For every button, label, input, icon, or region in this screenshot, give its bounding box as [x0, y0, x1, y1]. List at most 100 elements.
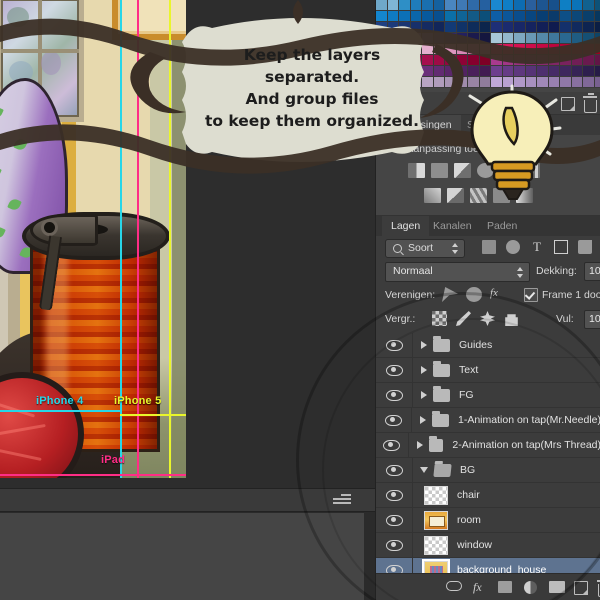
layer-row[interactable]: 1-Animation on tap(Mr.Needle) [376, 408, 600, 433]
swatch-125[interactable] [434, 66, 446, 77]
swatch-101[interactable] [388, 55, 400, 66]
swatches-panel[interactable] [376, 0, 600, 98]
swatch-146[interactable] [445, 77, 457, 88]
swatch-54[interactable] [537, 22, 549, 33]
swatch-135[interactable] [549, 66, 561, 77]
swatch-29[interactable] [480, 11, 492, 22]
swatch-94[interactable] [537, 44, 549, 55]
swatch-64[interactable] [422, 33, 434, 44]
swatch-131[interactable] [503, 66, 515, 77]
swatch-116[interactable] [560, 55, 572, 66]
swatch-8[interactable] [468, 0, 480, 11]
swatch-16[interactable] [560, 0, 572, 11]
swatch-145[interactable] [434, 77, 446, 88]
swatch-36[interactable] [560, 11, 572, 22]
swatch-151[interactable] [503, 77, 515, 88]
transparent-pixels-icon[interactable] [432, 311, 447, 326]
swatch-28[interactable] [468, 11, 480, 22]
swatch-45[interactable] [434, 22, 446, 33]
chevron-down-icon[interactable] [420, 467, 428, 473]
swatch-23[interactable] [411, 11, 423, 22]
swatch-150[interactable] [491, 77, 503, 88]
swatch-157[interactable] [572, 77, 584, 88]
swatch-122[interactable] [399, 66, 411, 77]
color-balance-icon[interactable] [424, 188, 441, 203]
swatch-134[interactable] [537, 66, 549, 77]
tab-aanpassingen[interactable]: Aanpassingen [376, 115, 461, 135]
exposure-icon[interactable] [477, 163, 494, 178]
swatch-72[interactable] [514, 33, 526, 44]
delete-swatch-button[interactable] [584, 100, 597, 113]
swatch-102[interactable] [399, 55, 411, 66]
layer-thumbnail[interactable] [424, 511, 448, 530]
swatch-25[interactable] [434, 11, 446, 22]
swatch-77[interactable] [572, 33, 584, 44]
swatch-26[interactable] [445, 11, 457, 22]
swatch-128[interactable] [468, 66, 480, 77]
shape-filter-icon[interactable] [554, 240, 568, 254]
swatch-61[interactable] [388, 33, 400, 44]
layer-row[interactable]: FG [376, 383, 600, 408]
swatch-42[interactable] [399, 22, 411, 33]
swatch-14[interactable] [537, 0, 549, 11]
swatch-11[interactable] [503, 0, 515, 11]
frame-propagate-checkbox[interactable] [524, 288, 538, 302]
layer-visibility-toggle[interactable] [376, 458, 413, 482]
swatch-82[interactable] [399, 44, 411, 55]
swatch-0[interactable] [376, 0, 388, 11]
chevron-right-icon[interactable] [417, 441, 423, 449]
layer-row[interactable]: Text [376, 358, 600, 383]
swatch-98[interactable] [583, 44, 595, 55]
chevron-right-icon[interactable] [421, 366, 427, 374]
chevron-right-icon[interactable] [421, 341, 427, 349]
swatch-139[interactable] [595, 66, 600, 77]
swatch-152[interactable] [514, 77, 526, 88]
chevron-right-icon[interactable] [420, 416, 426, 424]
blend-mode-select[interactable]: Normaal [385, 262, 530, 282]
swatch-19[interactable] [595, 0, 600, 11]
opacity-field[interactable]: 100% [584, 262, 600, 281]
swatch-133[interactable] [526, 66, 538, 77]
swatch-114[interactable] [537, 55, 549, 66]
swatch-59[interactable] [595, 22, 600, 33]
swatch-20[interactable] [376, 11, 388, 22]
swatch-32[interactable] [514, 11, 526, 22]
swatch-97[interactable] [572, 44, 584, 55]
chevron-right-icon[interactable] [421, 391, 427, 399]
swatch-110[interactable] [491, 55, 503, 66]
layer-row[interactable]: chair [376, 483, 600, 508]
swatch-90[interactable] [491, 44, 503, 55]
swatch-119[interactable] [595, 55, 600, 66]
swatch-50[interactable] [491, 22, 503, 33]
swatch-118[interactable] [583, 55, 595, 66]
fx-link-icon[interactable]: fx [490, 287, 506, 302]
swatch-49[interactable] [480, 22, 492, 33]
swatch-7[interactable] [457, 0, 469, 11]
swatch-31[interactable] [503, 11, 515, 22]
swatch-47[interactable] [457, 22, 469, 33]
swatch-80[interactable] [376, 44, 388, 55]
layer-row[interactable]: 2-Animation on tap(Mrs Thread) [376, 433, 600, 458]
swatch-44[interactable] [422, 22, 434, 33]
swatch-129[interactable] [480, 66, 492, 77]
swatch-130[interactable] [491, 66, 503, 77]
fill-field[interactable]: 100% [584, 310, 600, 329]
layer-style-fx-icon[interactable]: fx [473, 581, 482, 593]
layer-visibility-toggle[interactable] [376, 408, 412, 432]
layer-visibility-toggle[interactable] [376, 383, 413, 407]
swatch-78[interactable] [583, 33, 595, 44]
swatch-108[interactable] [468, 55, 480, 66]
swatch-66[interactable] [445, 33, 457, 44]
swatch-88[interactable] [468, 44, 480, 55]
swatch-142[interactable] [399, 77, 411, 88]
swatch-43[interactable] [411, 22, 423, 33]
swatch-93[interactable] [526, 44, 538, 55]
curves-icon[interactable] [454, 163, 471, 178]
swatch-136[interactable] [560, 66, 572, 77]
swatch-112[interactable] [514, 55, 526, 66]
swatch-86[interactable] [445, 44, 457, 55]
smartobject-filter-icon[interactable] [578, 240, 592, 254]
swatch-87[interactable] [457, 44, 469, 55]
swatch-121[interactable] [388, 66, 400, 77]
layer-visibility-toggle[interactable] [376, 358, 413, 382]
